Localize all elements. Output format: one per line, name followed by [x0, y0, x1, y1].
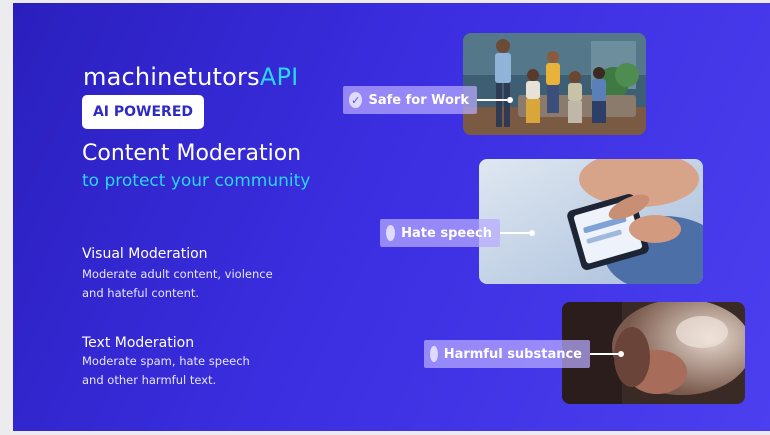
feature-desc-text-line1: Moderate spam, hate speech: [82, 354, 250, 368]
photo-group-meeting: [463, 33, 646, 135]
promo-banner: machinetutorsAPI AI POWERED Content Mode…: [13, 3, 770, 431]
subheadline: to protect your community: [82, 171, 311, 191]
circle-icon: [386, 225, 396, 241]
feature-desc-visual-line2: and hateful content.: [82, 286, 200, 300]
connector-dot: [618, 351, 624, 357]
feature-desc-visual-line1: Moderate adult content, violence: [82, 267, 273, 281]
feature-desc-text-line2: and other harmful text.: [82, 373, 217, 387]
brand-name: machinetutors: [83, 63, 260, 91]
check-circle-icon: ✓: [349, 92, 363, 108]
tag-hate-speech: Hate speech: [380, 219, 500, 247]
tag-harmful-substance-label: Harmful substance: [443, 346, 582, 362]
feature-title-visual: Visual Moderation: [82, 246, 208, 262]
feature-title-text: Text Moderation: [82, 335, 195, 351]
connector-line: [500, 232, 530, 234]
ai-powered-badge: AI POWERED: [82, 95, 204, 129]
feature-desc-visual: Moderate adult content, violence and hat…: [82, 265, 292, 303]
brand-logo: machinetutorsAPI: [83, 63, 298, 91]
headline: Content Moderation: [82, 141, 302, 166]
photo-group-meeting-image: [463, 33, 646, 135]
tag-safe-for-work: ✓ Safe for Work: [343, 86, 477, 114]
connector-dot: [529, 230, 535, 236]
connector-line: [477, 99, 507, 101]
brand-suffix: API: [259, 63, 299, 91]
connector-line: [590, 353, 618, 355]
circle-icon: [430, 346, 438, 362]
feature-desc-text: Moderate spam, hate speech and other har…: [82, 352, 292, 390]
tag-hate-speech-label: Hate speech: [401, 225, 492, 241]
tag-harmful-substance: Harmful substance: [424, 340, 590, 368]
photo-phone-hand: [479, 159, 703, 284]
connector-dot: [507, 97, 513, 103]
tag-safe-for-work-label: Safe for Work: [368, 92, 469, 108]
photo-phone-hand-image: [479, 159, 703, 284]
